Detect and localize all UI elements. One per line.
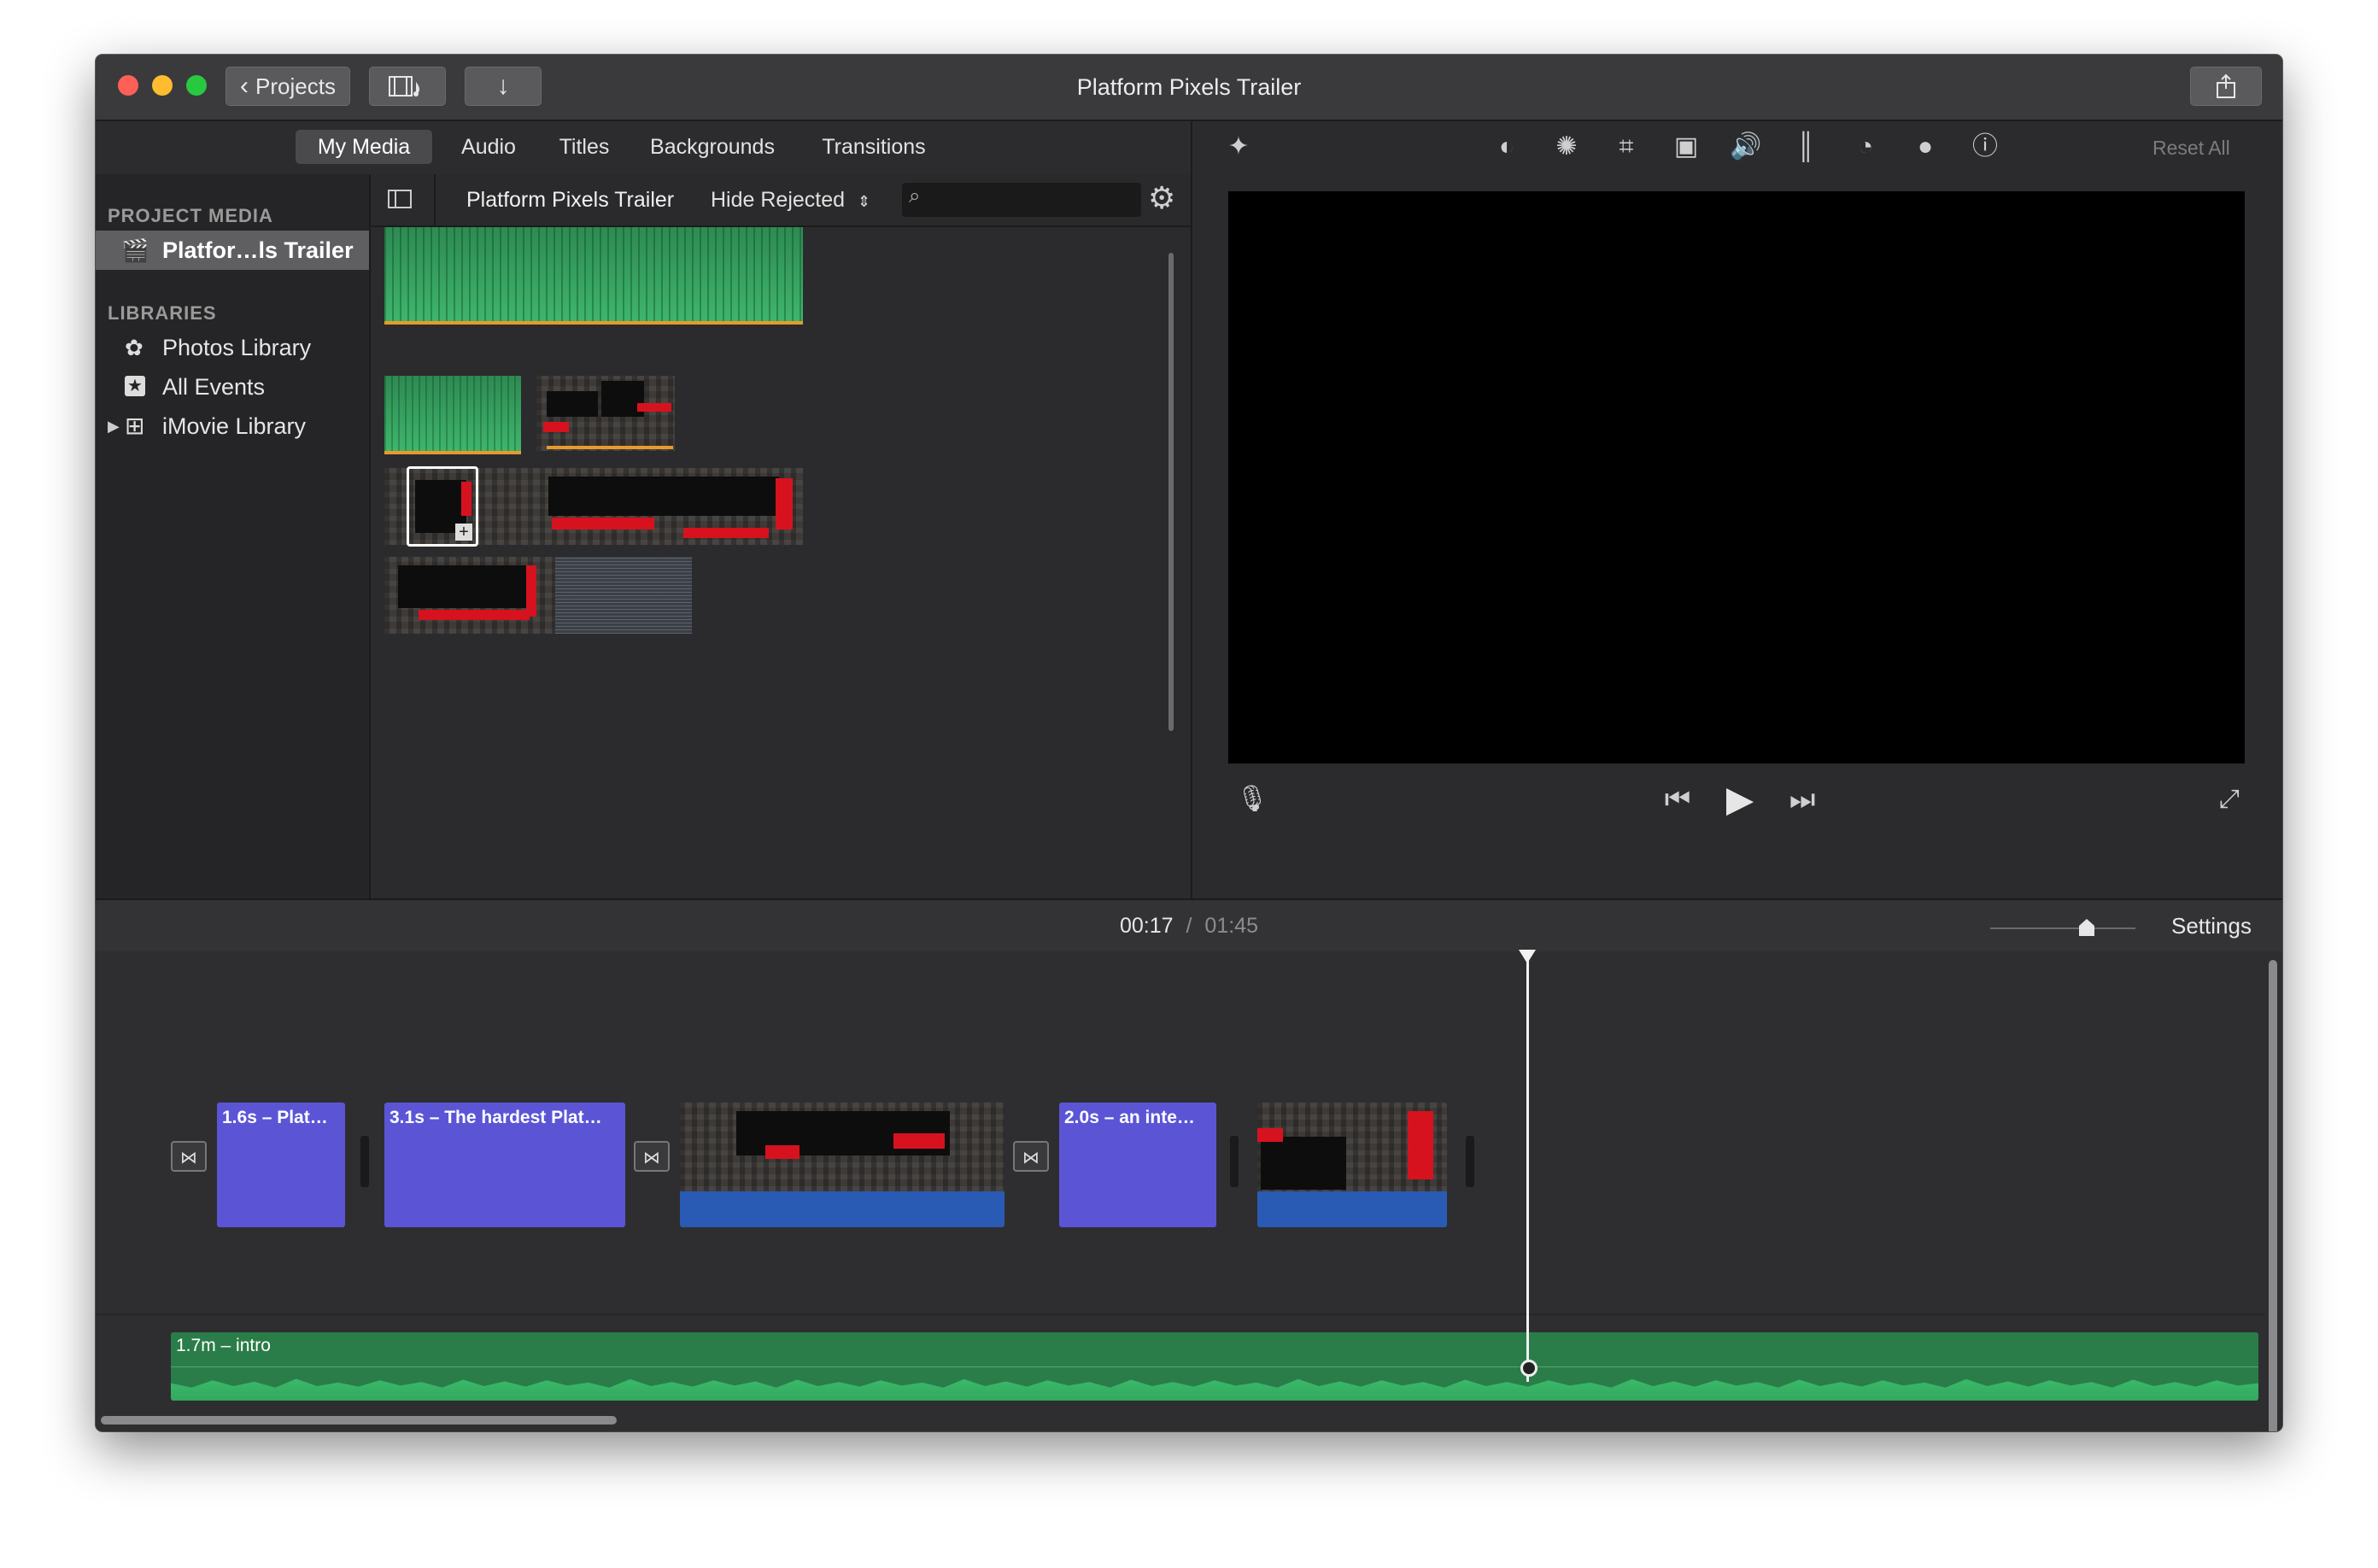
tab-backgrounds[interactable]: Backgrounds [637, 130, 788, 164]
color-correction-icon[interactable]: ✺ [1549, 130, 1584, 164]
video-clip[interactable] [680, 1103, 1004, 1227]
video-viewer [1228, 191, 2245, 764]
photos-icon: ✿ [125, 335, 144, 360]
tab-titles[interactable]: Titles [545, 130, 624, 164]
volume-icon[interactable]: 🔊 [1729, 130, 1763, 164]
microphone-icon[interactable]: 🎙 [1235, 782, 1269, 816]
playhead[interactable] [1526, 955, 1529, 1382]
equalizer-icon[interactable]: ║ [1789, 130, 1823, 164]
magic-wand-icon[interactable]: ✦ [1221, 130, 1256, 164]
reset-all-button[interactable]: Reset All [2152, 121, 2230, 174]
search-icon: ⌕ [909, 184, 921, 208]
skip-back-icon[interactable]: ⏮ [1660, 782, 1695, 816]
sidebar-item-all-events[interactable]: ★ All Events [96, 367, 369, 407]
timeline-vertical-scrollbar[interactable] [2269, 960, 2277, 1431]
grid-icon: ⊞ [125, 412, 145, 439]
info-icon[interactable]: ⓘ [1968, 130, 2002, 164]
timeline-divider [96, 1313, 2265, 1315]
zoom-slider[interactable] [1990, 917, 2135, 936]
transition-button[interactable]: ⋈ [1013, 1141, 1049, 1172]
audio-clip-thumb[interactable] [384, 376, 521, 454]
share-icon [2217, 73, 2235, 98]
transition-button[interactable]: ⋈ [171, 1141, 207, 1172]
clip-filter-icon[interactable]: ● [1908, 130, 1942, 164]
title-clip[interactable]: 2.0s – an inte… [1059, 1103, 1216, 1227]
window-title: Platform Pixels Trailer [1076, 74, 1302, 100]
video-clip-thumb[interactable] [536, 376, 675, 451]
crop-icon[interactable]: ⌗ [1609, 130, 1643, 164]
timecode: 00:17 / 01:45 [1120, 914, 1258, 938]
play-icon[interactable]: ▶ [1719, 779, 1761, 820]
zoom-slider-thumb[interactable] [2079, 919, 2094, 936]
audio-keyframe[interactable] [1520, 1360, 1538, 1377]
settings-button[interactable]: Settings [2171, 900, 2252, 951]
stepper-icon: ⇕ [857, 193, 871, 210]
audio-clip-label: 1.7m – intro [176, 1336, 271, 1355]
clip-gap [1230, 1136, 1239, 1187]
title-bar: ‹ Projects ↓ Platform Pixels Trailer [96, 55, 2282, 121]
transition-button[interactable]: ⋈ [634, 1141, 670, 1172]
title-clip[interactable]: 1.6s – Plat… [217, 1103, 345, 1227]
audio-track[interactable]: 1.7m – intro [171, 1332, 2258, 1401]
project-media-heading: PROJECT MEDIA [108, 205, 273, 226]
audio-waveform [171, 1378, 2258, 1401]
tab-audio[interactable]: Audio [446, 130, 531, 164]
audio-clip-thumb[interactable] [384, 227, 803, 325]
timeline-horizontal-scrollbar[interactable] [101, 1416, 617, 1425]
clapper-icon: 🎬 [121, 237, 149, 263]
browser-toolbar: Platform Pixels Trailer Hide Rejected ⇕ … [371, 174, 1191, 227]
video-clip-strip[interactable] [384, 557, 692, 634]
tab-my-media[interactable]: My Media [296, 130, 432, 164]
color-balance-icon[interactable]: ◐ [1490, 130, 1524, 164]
media-browser: + [371, 227, 1191, 898]
skip-forward-icon[interactable]: ⏭ [1785, 782, 1819, 816]
libraries-sidebar: PROJECT MEDIA 🎬 Platfor…ls Trailer LIBRA… [96, 174, 371, 898]
disclosure-triangle-icon[interactable]: ▶ [108, 407, 120, 446]
sidebar-item-photos-library[interactable]: ✿ Photos Library [96, 328, 369, 367]
title-clip[interactable]: 3.1s – The hardest Plat… [384, 1103, 625, 1227]
star-icon: ★ [125, 376, 145, 396]
stabilization-icon[interactable]: ▣ [1669, 130, 1703, 164]
selected-clip-frame[interactable]: + [407, 466, 478, 547]
browser-scrollbar[interactable] [1168, 253, 1174, 731]
video-clip[interactable] [1257, 1103, 1447, 1227]
speed-icon[interactable]: ◔ [1848, 130, 1883, 164]
tab-transitions[interactable]: Transitions [801, 130, 946, 164]
timeline-header: 00:17 / 01:45 Settings [96, 898, 2282, 953]
sidebar-item-imovie-library[interactable]: ▶ ⊞ iMovie Library [96, 407, 369, 446]
sidebar-item-project[interactable]: 🎬 Platfor…ls Trailer [96, 231, 369, 270]
search-input[interactable]: ⌕ [902, 183, 1141, 217]
gear-icon[interactable]: ⚙ [1148, 179, 1175, 217]
clip-gap [1466, 1136, 1474, 1187]
clip-gap [360, 1136, 369, 1187]
media-tabs: My Media Audio Titles Backgrounds Transi… [96, 121, 1191, 176]
filter-popup[interactable]: Hide Rejected ⇕ [711, 174, 870, 227]
browser-title: Platform Pixels Trailer [466, 188, 675, 212]
viewer-toolbar: ✦ ◐ ✺ ⌗ ▣ 🔊 ║ ◔ ● ⓘ Reset All [1192, 121, 2282, 174]
add-clip-icon[interactable]: + [455, 524, 472, 541]
imovie-window: ‹ Projects ↓ Platform Pixels Trailer My … [96, 55, 2282, 1431]
share-button[interactable] [2190, 67, 2262, 106]
fullscreen-icon[interactable]: ⤢ [2212, 782, 2246, 816]
libraries-heading: LIBRARIES [108, 302, 217, 324]
sidebar-toggle-icon[interactable] [388, 190, 412, 208]
